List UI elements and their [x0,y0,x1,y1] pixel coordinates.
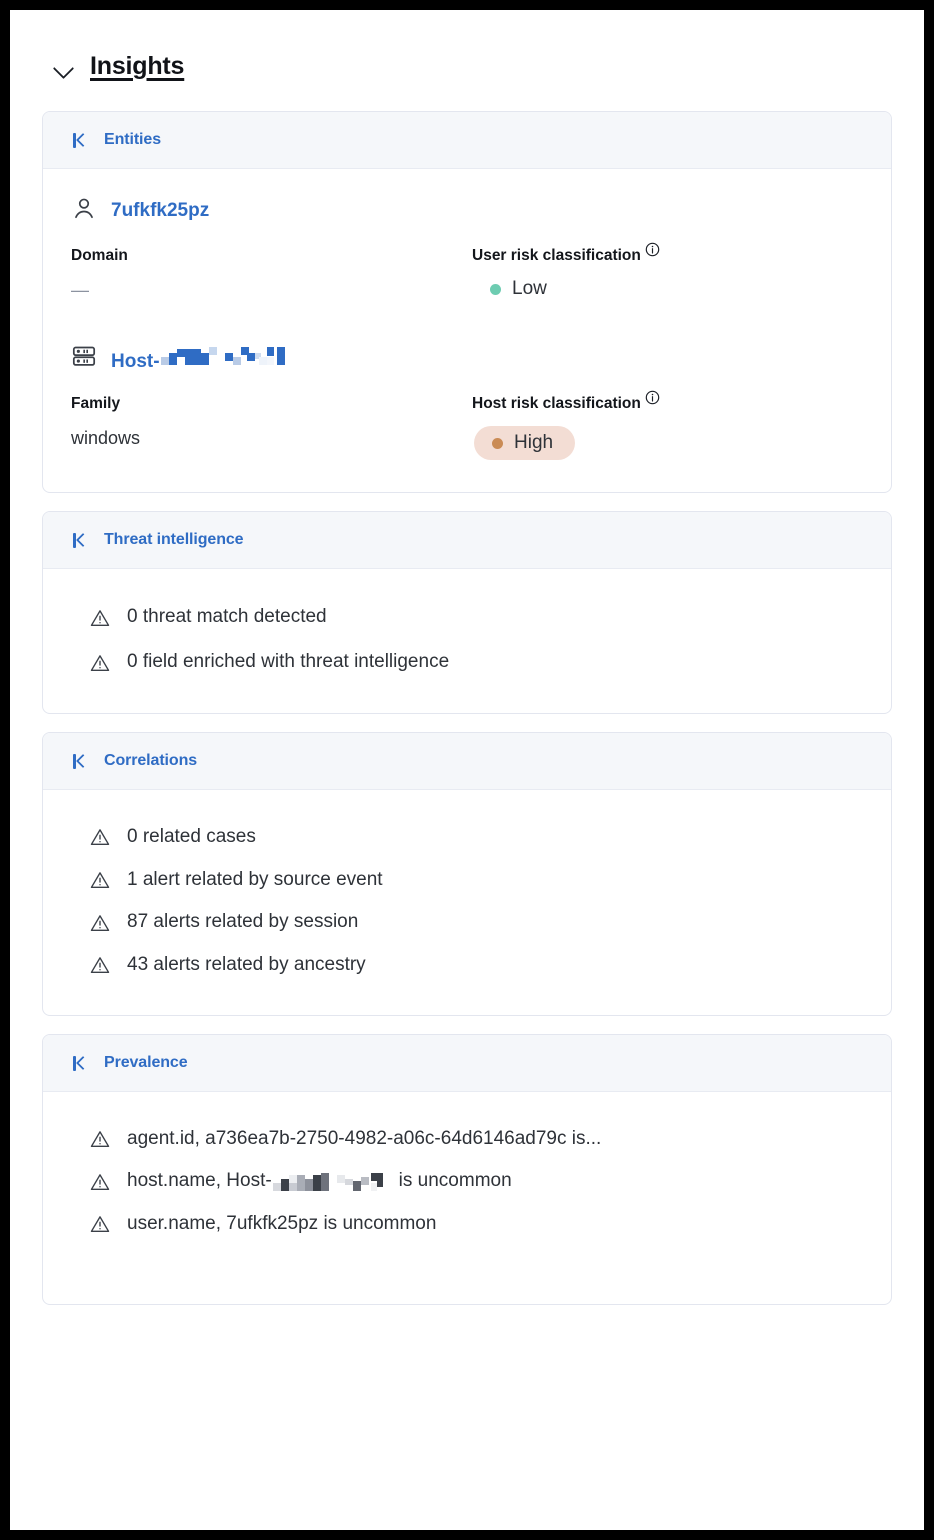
warning-icon [89,826,111,848]
correlations-card: Correlations 0 related cases [42,732,892,1016]
warning-icon [89,912,111,934]
correlations-card-header[interactable]: Correlations [43,733,891,790]
threat-intelligence-card: Threat intelligence 0 threat match detec… [42,511,892,713]
field-domain-value: — [71,278,462,303]
threat-intelligence-card-header[interactable]: Threat intelligence [43,512,891,569]
field-host-risk: Host risk classification [472,394,863,460]
entity-host-name-prefix: Host- [111,351,160,373]
prevalence-hostname-prefix: host.name, Host- [127,1169,272,1194]
user-icon [71,195,97,226]
risk-dot-low [490,284,501,295]
info-icon[interactable] [645,242,660,257]
warning-icon [89,1213,111,1235]
list-item[interactable]: 0 related cases [71,816,863,859]
entities-card: Entities 7ufkfk25pz [42,111,892,493]
prevalence-card-title: Prevalence [104,1054,188,1072]
prevalence-card-body: agent.id, a736ea7b-2750-4982-a06c-64d614… [43,1092,891,1304]
warning-icon [89,954,111,976]
status-badge-host-risk: High [474,426,575,460]
insights-section-header[interactable]: Insights [10,10,924,81]
prevalence-card-header[interactable]: Prevalence [43,1035,891,1092]
list-item-label: agent.id, a736ea7b-2750-4982-a06c-64d614… [127,1127,601,1152]
field-user-risk-label: User risk classification [472,246,863,266]
server-icon [71,343,97,374]
list-item-label: 0 threat match detected [127,605,327,630]
warning-icon [89,652,111,674]
entity-user-fields: Domain — User risk classification [71,246,863,303]
list-item-label: user.name, 7ufkfk25pz is uncommon [127,1212,436,1237]
list-item[interactable]: host.name, Host- [71,1160,863,1203]
list-item-label: 43 alerts related by ancestry [127,953,366,978]
entity-user-head: 7ufkfk25pz [71,195,863,226]
correlations-card-title: Correlations [104,752,197,770]
field-domain: Domain — [71,246,462,303]
field-host-risk-label-text: Host risk classification [472,394,641,414]
entities-card-header[interactable]: Entities [43,112,891,169]
threat-intelligence-card-body: 0 threat match detected 0 field enriched… [43,569,891,712]
chevron-down-icon[interactable] [52,55,76,79]
collapse-left-icon[interactable] [71,530,91,550]
entity-user-name[interactable]: 7ufkfk25pz [111,200,209,222]
field-user-risk-label-text: User risk classification [472,246,641,266]
info-icon[interactable] [645,390,660,405]
field-family-label: Family [71,394,462,414]
list-item-label: host.name, Host- [127,1169,512,1194]
list-item[interactable]: 43 alerts related by ancestry [71,944,863,987]
list-item[interactable]: agent.id, a736ea7b-2750-4982-a06c-64d614… [71,1118,863,1161]
list-item-label: 0 related cases [127,825,256,850]
user-risk-value: Low [472,278,863,300]
warning-icon [89,607,111,629]
prevalence-card: Prevalence agent.id, a736ea7b-2750-4982-… [42,1034,892,1305]
field-user-risk: User risk classification [472,246,863,303]
entities-card-title: Entities [104,131,161,149]
insights-panel: Insights Entities [10,10,924,1530]
field-family-value: windows [71,426,462,451]
field-domain-label: Domain [71,246,462,266]
threat-intelligence-card-title: Threat intelligence [104,531,243,549]
list-item[interactable]: 0 field enriched with threat intelligenc… [71,640,863,685]
page-title: Insights [90,52,184,81]
warning-icon [89,869,111,891]
redacted-hostname [273,1171,399,1193]
list-item[interactable]: 87 alerts related by session [71,901,863,944]
list-item[interactable]: user.name, 7ufkfk25pz is uncommon [71,1203,863,1246]
entity-host-fields: Family windows Host risk classification [71,394,863,460]
list-item-label: 0 field enriched with threat intelligenc… [127,650,449,675]
list-item-label: 87 alerts related by session [127,910,358,935]
collapse-left-icon[interactable] [71,130,91,150]
field-family: Family windows [71,394,462,460]
host-risk-text: High [514,432,553,454]
redacted-hostname [161,345,287,367]
warning-icon [89,1171,111,1193]
list-item[interactable]: 0 threat match detected [71,595,863,640]
field-host-risk-label: Host risk classification [472,394,863,414]
entity-host: Host- [71,343,863,460]
user-risk-text: Low [512,278,547,300]
entities-card-body: 7ufkfk25pz Domain — User risk classifica… [43,169,891,492]
entity-host-head: Host- [71,343,863,374]
collapse-left-icon[interactable] [71,751,91,771]
entity-user: 7ufkfk25pz Domain — User risk classifica… [71,195,863,303]
list-item-label: 1 alert related by source event [127,868,383,893]
entity-host-name[interactable]: Host- [111,345,287,373]
warning-icon [89,1128,111,1150]
risk-dot-high [492,438,503,449]
list-item[interactable]: 1 alert related by source event [71,859,863,902]
prevalence-hostname-suffix: is uncommon [399,1169,512,1194]
correlations-card-body: 0 related cases 1 alert related by sourc… [43,790,891,1015]
insight-cards-container: Entities 7ufkfk25pz [10,81,924,1305]
collapse-left-icon[interactable] [71,1053,91,1073]
